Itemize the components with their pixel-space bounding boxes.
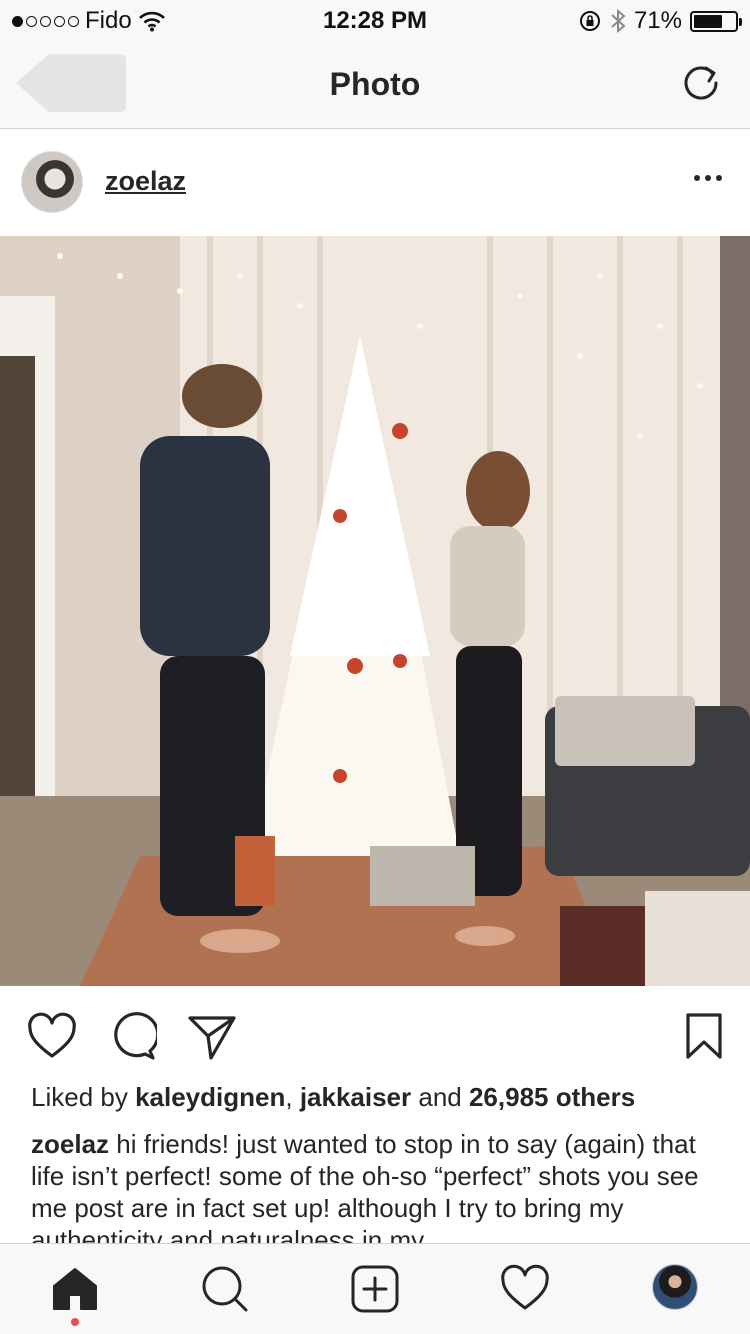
likes-prefix: Liked by	[31, 1082, 136, 1112]
refresh-icon[interactable]	[680, 62, 722, 104]
profile-avatar[interactable]	[652, 1264, 698, 1310]
share-icon[interactable]	[187, 1012, 237, 1062]
action-bar	[0, 986, 750, 1082]
notification-dot	[71, 1318, 79, 1326]
heart-icon[interactable]	[27, 1012, 77, 1062]
user-avatar[interactable]	[21, 151, 83, 213]
status-icons: 71%	[578, 7, 742, 35]
bookmark-icon[interactable]	[679, 1012, 729, 1062]
tab-bar	[0, 1243, 750, 1334]
add-icon[interactable]	[350, 1264, 400, 1314]
search-icon[interactable]	[200, 1264, 250, 1314]
orientation-lock-icon	[579, 11, 600, 31]
liker-link[interactable]: kaleydignen	[135, 1082, 285, 1112]
caption-username[interactable]: zoelaz	[31, 1129, 109, 1159]
home-icon[interactable]	[50, 1264, 100, 1314]
more-icon[interactable]	[694, 175, 722, 181]
photo-illustration	[0, 236, 750, 986]
likes-conjunction: and	[411, 1082, 469, 1112]
likes-separator: ,	[285, 1082, 300, 1112]
activity-icon[interactable]	[500, 1264, 550, 1314]
post-caption: zoelaz hi friends! just wanted to stop i…	[31, 1128, 731, 1243]
liker-link[interactable]: jakkaiser	[300, 1082, 411, 1112]
post-header: zoelaz	[0, 129, 750, 236]
bluetooth-icon	[611, 8, 626, 34]
page-title: Photo	[329, 66, 421, 102]
battery-percent: 71%	[633, 7, 682, 34]
nav-bar: Photo	[0, 40, 750, 129]
battery-icon	[690, 10, 742, 32]
likes-others-link[interactable]: 26,985 others	[469, 1082, 635, 1112]
post-username[interactable]: zoelaz	[105, 166, 186, 197]
likes-summary: Liked by kaleydignen, jakkaiser and 26,9…	[31, 1082, 635, 1113]
status-bar: Fido 12:28 PM 71%	[0, 0, 750, 40]
caption-text: hi friends! just wanted to stop in to sa…	[31, 1129, 699, 1243]
comment-icon[interactable]	[107, 1012, 157, 1062]
post-photo[interactable]	[0, 236, 750, 986]
